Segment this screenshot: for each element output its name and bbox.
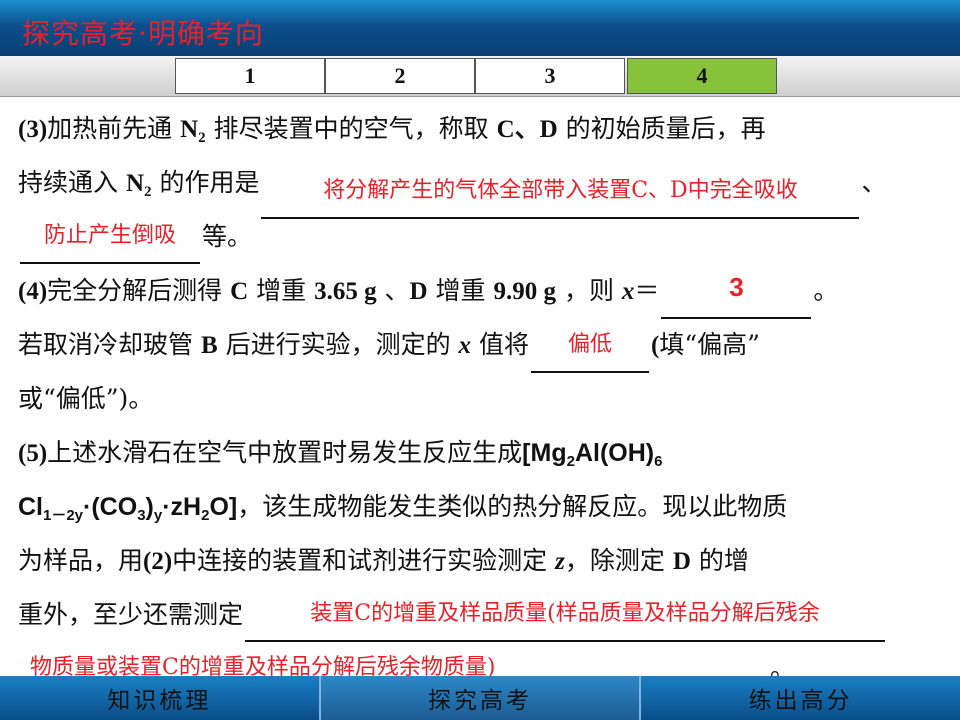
q4-text-i: 值将 [471, 330, 529, 359]
q5-formula-o: O] [209, 493, 238, 521]
tab-2[interactable]: 2 [325, 58, 475, 94]
q5-line1: (5)上述水滑石在空气中放置时易发生反应生成[Mg2Al(OH)6 [18, 426, 942, 480]
q4-text-f: 。 [813, 276, 839, 305]
q5-text-d: 中连接的装置和试剂进行实验测定 [172, 546, 556, 575]
q5-formula-mg-sub: 2 [566, 453, 575, 470]
q3-answer-blank-2: 防止产生倒吸 [20, 222, 200, 264]
q3-number: (3) [18, 116, 48, 143]
q5-formula-zh: ·zH [162, 493, 202, 521]
q3-text-e: 的作用是 [151, 168, 260, 197]
q4-mass-c: 3.65 g [314, 278, 377, 305]
q4-x-second: x [458, 332, 472, 359]
q5-formula-mg: [Mg [522, 439, 567, 467]
q4-d: D [409, 278, 428, 305]
nav-explore-exam[interactable]: 探究高考 [320, 676, 642, 720]
q4-text-h: 后进行实验，测定的 [217, 330, 459, 359]
q3-n2-second: N2 [125, 170, 152, 200]
q4-text-g: 若取消冷却玻管 [18, 330, 201, 359]
q4-answer-blank-bias: 偏低 [531, 331, 649, 373]
q5-formula-y-sub: y [153, 507, 163, 524]
q3-cd: C、D [496, 116, 558, 143]
q5-text-c: 为样品，用 [18, 546, 144, 575]
q4-c: C [230, 278, 249, 305]
q3-n2-symbol: N [180, 116, 199, 143]
q3-text-c: 的初始质量后，再 [557, 114, 766, 143]
q5-text-f: 的增 [690, 546, 749, 575]
q5-formula-cl: Cl [18, 493, 43, 521]
q5-formula-part1: [Mg2Al(OH)6 [522, 439, 663, 470]
header-bar: 探究高考·明确考向 [0, 0, 960, 56]
q4-text-c: 、 [376, 276, 410, 305]
footer-nav: 知识梳理 探究高考 练出高分 [0, 676, 960, 720]
q4-line3: 或“偏低”)。 [18, 372, 942, 426]
q4-x: x [621, 278, 635, 305]
q4-text-j: 填“偏高” [659, 330, 760, 359]
q5-text-b: ，该生成物能发生类似的热分解反应。现以此物质 [237, 492, 788, 521]
q5-formula-co: ·(CO [83, 493, 138, 521]
q4-answer-bias: 偏低 [567, 332, 612, 357]
q5-text-g: 重外，至少还需测定 [18, 600, 244, 629]
q5-formula-part2: Cl1－2y·(CO3)y·zH2O] [18, 493, 238, 524]
question-content: (3)加热前先通 N2 排尽装置中的空气，称取 C、D 的初始质量后，再 持续通… [18, 102, 942, 696]
q4-text-b: 增重 [248, 276, 315, 305]
q5-text-a: 上述水滑石在空气中放置时易发生反应生成 [47, 438, 523, 467]
q3-text-b: 排尽装置中的空气，称取 [205, 114, 497, 143]
q5-z: z [555, 548, 565, 575]
q5-d: D [672, 548, 691, 575]
q4-answer-blank-x: 3 [661, 272, 812, 319]
q5-answer-blank-1: 装置C的增重及样品质量(样品质量及样品分解后残余 [245, 600, 886, 642]
q4-b: B [200, 332, 218, 359]
q4-mass-d: 9.90 g [493, 278, 557, 305]
q4-number: (4) [18, 278, 48, 305]
q4-line2: 若取消冷却玻管 B 后进行实验，测定的 x 值将 偏低 (填“偏高” [18, 318, 942, 373]
q4-text-d: 增重 [427, 276, 494, 305]
q5-number: (5) [18, 440, 48, 467]
q4-line1: (4)完全分解后测得 C 增重 3.65 g 、D 增重 9.90 g ，则 x… [18, 264, 942, 319]
q3-n2-second-symbol: N [125, 170, 145, 197]
q5-line2: Cl1－2y·(CO3)y·zH2O]，该生成物能发生类似的热分解反应。现以此物… [18, 480, 942, 534]
q4-equals: ＝ [634, 276, 660, 305]
q3-n2: N2 [180, 116, 206, 146]
q4-text-a: 完全分解后测得 [47, 276, 231, 305]
nav-knowledge-review[interactable]: 知识梳理 [0, 676, 321, 720]
q5-formula-aloh-sub: 6 [654, 453, 663, 470]
q5-text-e: ，除测定 [564, 546, 673, 575]
q4-text-e: ，则 [556, 276, 622, 305]
tab-3[interactable]: 3 [475, 58, 625, 94]
q5-formula-co-sub: 3 [137, 507, 146, 524]
q3-text-a: 加热前先通 [47, 114, 181, 143]
q3-text-d: 持续通入 [18, 168, 126, 197]
q3-answer-1: 将分解产生的气体全部带入装置C、D中完全吸收 [323, 178, 798, 203]
q3-line3: 防止产生倒吸 等。 [18, 210, 942, 264]
tab-bar: 1 2 3 4 [0, 56, 960, 97]
q5-answer-1: 装置C的增重及样品质量(样品质量及样品分解后残余 [310, 601, 820, 626]
nav-practice-high-score[interactable]: 练出高分 [641, 676, 960, 720]
q5-formula-paren: ) [145, 493, 154, 521]
q5-formula-aloh: Al(OH) [574, 439, 655, 467]
q3-n2-second-subscript: 2 [144, 184, 152, 200]
q3-n2-subscript: 2 [198, 130, 206, 146]
q5-line4: 重外，至少还需测定 装置C的增重及样品质量(样品质量及样品分解后残余 [18, 588, 942, 642]
q4-text-k: 或“偏低”)。 [18, 384, 154, 413]
q3-text-g: 等。 [202, 222, 253, 251]
q3-text-f: 、 [861, 168, 887, 197]
q3-answer-2: 防止产生倒吸 [43, 223, 176, 248]
q4-answer-x: 3 [729, 272, 744, 302]
q5-formula-cl-sub: 1－2y [43, 507, 84, 524]
q5-ref-2: (2) [143, 548, 173, 575]
q3-line1: (3)加热前先通 N2 排尽装置中的空气，称取 C、D 的初始质量后，再 [18, 102, 942, 156]
tab-4[interactable]: 4 [627, 58, 777, 94]
page-title: 探究高考·明确考向 [22, 17, 264, 50]
q3-line2: 持续通入 N2 的作用是 将分解产生的气体全部带入装置C、D中完全吸收 、 [18, 156, 942, 219]
q5-line3: 为样品，用(2)中连接的装置和试剂进行实验测定 z，除测定 D 的增 [18, 534, 942, 588]
tab-1[interactable]: 1 [175, 58, 325, 94]
